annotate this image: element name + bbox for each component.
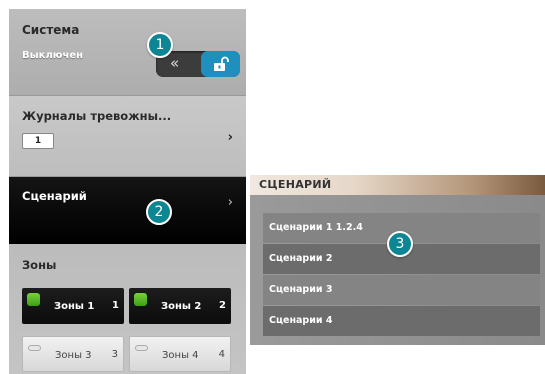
scenario-list-item[interactable]: Сценарии 3 bbox=[263, 275, 540, 305]
alarm-journal-count-badge: 1 bbox=[22, 133, 54, 149]
alarm-journal-title: Журналы тревожны... bbox=[22, 109, 172, 123]
unlock-slider[interactable]: « bbox=[156, 51, 240, 77]
zone-2-button[interactable]: Зоны 2 2 bbox=[129, 288, 231, 324]
zone-label: Зоны 1 bbox=[54, 301, 95, 312]
chevron-right-icon: › bbox=[227, 195, 233, 210]
scenario-panel-header: СЦЕНАРИЙ bbox=[250, 175, 545, 195]
zone-number: 3 bbox=[111, 349, 118, 360]
zone-status-led bbox=[27, 293, 40, 306]
zone-status-led bbox=[135, 345, 148, 351]
chevron-right-icon: › bbox=[227, 130, 233, 145]
scenario-panel-title: СЦЕНАРИЙ bbox=[259, 178, 332, 191]
double-chevron-left-icon: « bbox=[170, 54, 180, 72]
system-title: Система bbox=[22, 23, 80, 37]
zone-label: Зоны 4 bbox=[162, 350, 199, 361]
zone-label: Зоны 3 bbox=[55, 350, 92, 361]
callout-marker-2: 2 bbox=[146, 199, 172, 225]
unlock-button[interactable] bbox=[201, 51, 240, 77]
scenario-menu-item[interactable]: Сценарий › bbox=[9, 177, 246, 244]
zone-status-led bbox=[28, 345, 41, 351]
zone-number: 2 bbox=[219, 300, 226, 311]
unlock-icon bbox=[213, 56, 229, 71]
scenario-panel: СЦЕНАРИЙ Сценарии 1 1.2.4 Сценарии 2 Сце… bbox=[250, 175, 545, 345]
scenario-title: Сценарий bbox=[22, 189, 87, 203]
callout-marker-3: 3 bbox=[387, 231, 413, 257]
zone-number: 4 bbox=[218, 349, 225, 360]
alarm-journal-item[interactable]: Журналы тревожны... 1 › bbox=[9, 96, 246, 177]
system-section: Система Выключен « bbox=[9, 9, 246, 96]
system-status: Выключен bbox=[22, 50, 84, 61]
zone-status-led bbox=[134, 293, 147, 306]
zones-section: Зоны Зоны 1 1 Зоны 2 2 Зоны 3 3 Зоны 4 4 bbox=[9, 245, 246, 374]
left-menu-panel: Система Выключен « Журналы тревожны... 1… bbox=[9, 9, 246, 374]
zone-1-button[interactable]: Зоны 1 1 bbox=[22, 288, 124, 324]
callout-marker-1: 1 bbox=[147, 32, 173, 58]
zone-4-button[interactable]: Зоны 4 4 bbox=[129, 336, 231, 372]
zone-label: Зоны 2 bbox=[161, 301, 202, 312]
zones-title: Зоны bbox=[22, 258, 57, 272]
zone-3-button[interactable]: Зоны 3 3 bbox=[22, 336, 124, 372]
zone-number: 1 bbox=[112, 300, 119, 311]
scenario-list-item[interactable]: Сценарии 4 bbox=[263, 306, 540, 336]
